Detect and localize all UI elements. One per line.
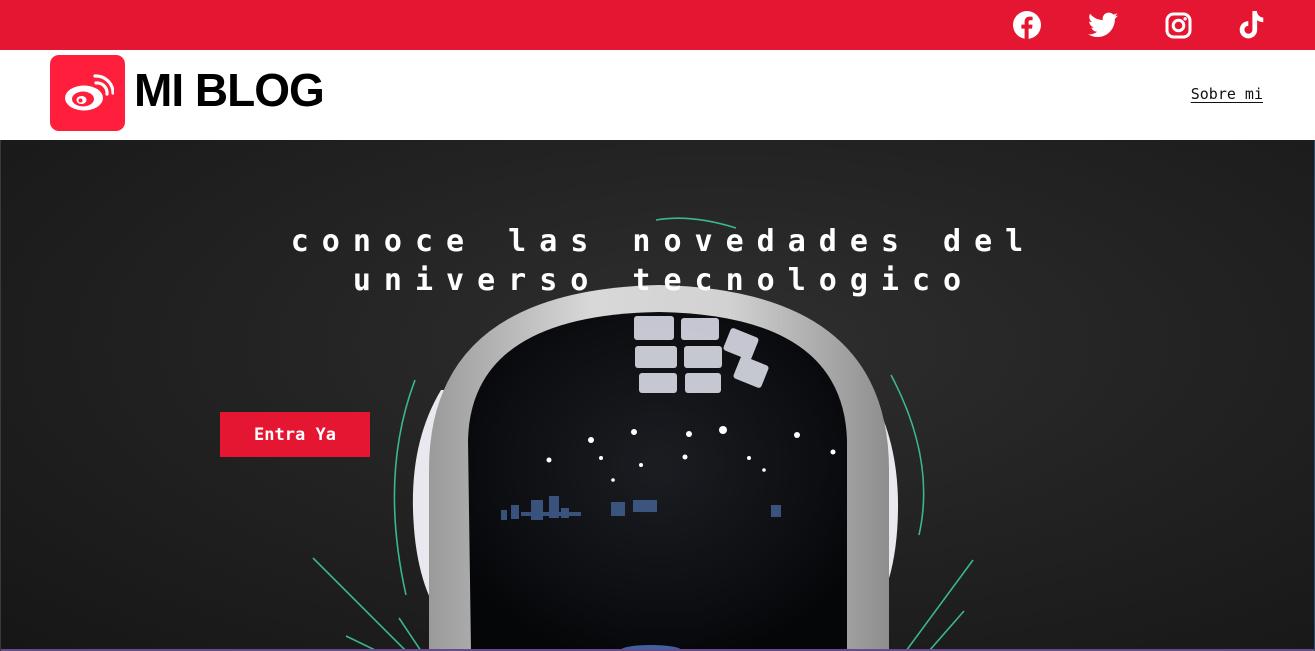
enter-button[interactable]: Entra Ya: [220, 412, 370, 457]
weibo-icon: [64, 74, 114, 111]
twitter-icon: [1088, 12, 1118, 37]
instagram-link[interactable]: [1162, 9, 1194, 41]
facebook-icon: [1013, 11, 1041, 39]
hero-title: conoce las novedades del universo tecnol…: [290, 224, 1037, 298]
nav-link-about[interactable]: Sobre mi: [1191, 85, 1263, 103]
tiktok-icon: [1239, 11, 1264, 39]
site-title[interactable]: MI BLOG: [134, 64, 325, 116]
hero-banner: conoce las novedades del universo tecnol…: [0, 140, 1315, 651]
social-bar: [0, 0, 1315, 50]
twitter-link[interactable]: [1087, 9, 1119, 41]
page: MI BLOG Sobre mi conoce las novedades de…: [0, 0, 1315, 651]
facebook-link[interactable]: [1011, 9, 1043, 41]
logo[interactable]: [50, 55, 125, 131]
tiktok-link[interactable]: [1235, 9, 1267, 41]
astronaut-helmet-image: [312, 217, 974, 651]
instagram-icon: [1165, 12, 1191, 38]
site-header: MI BLOG Sobre mi: [0, 50, 1315, 140]
